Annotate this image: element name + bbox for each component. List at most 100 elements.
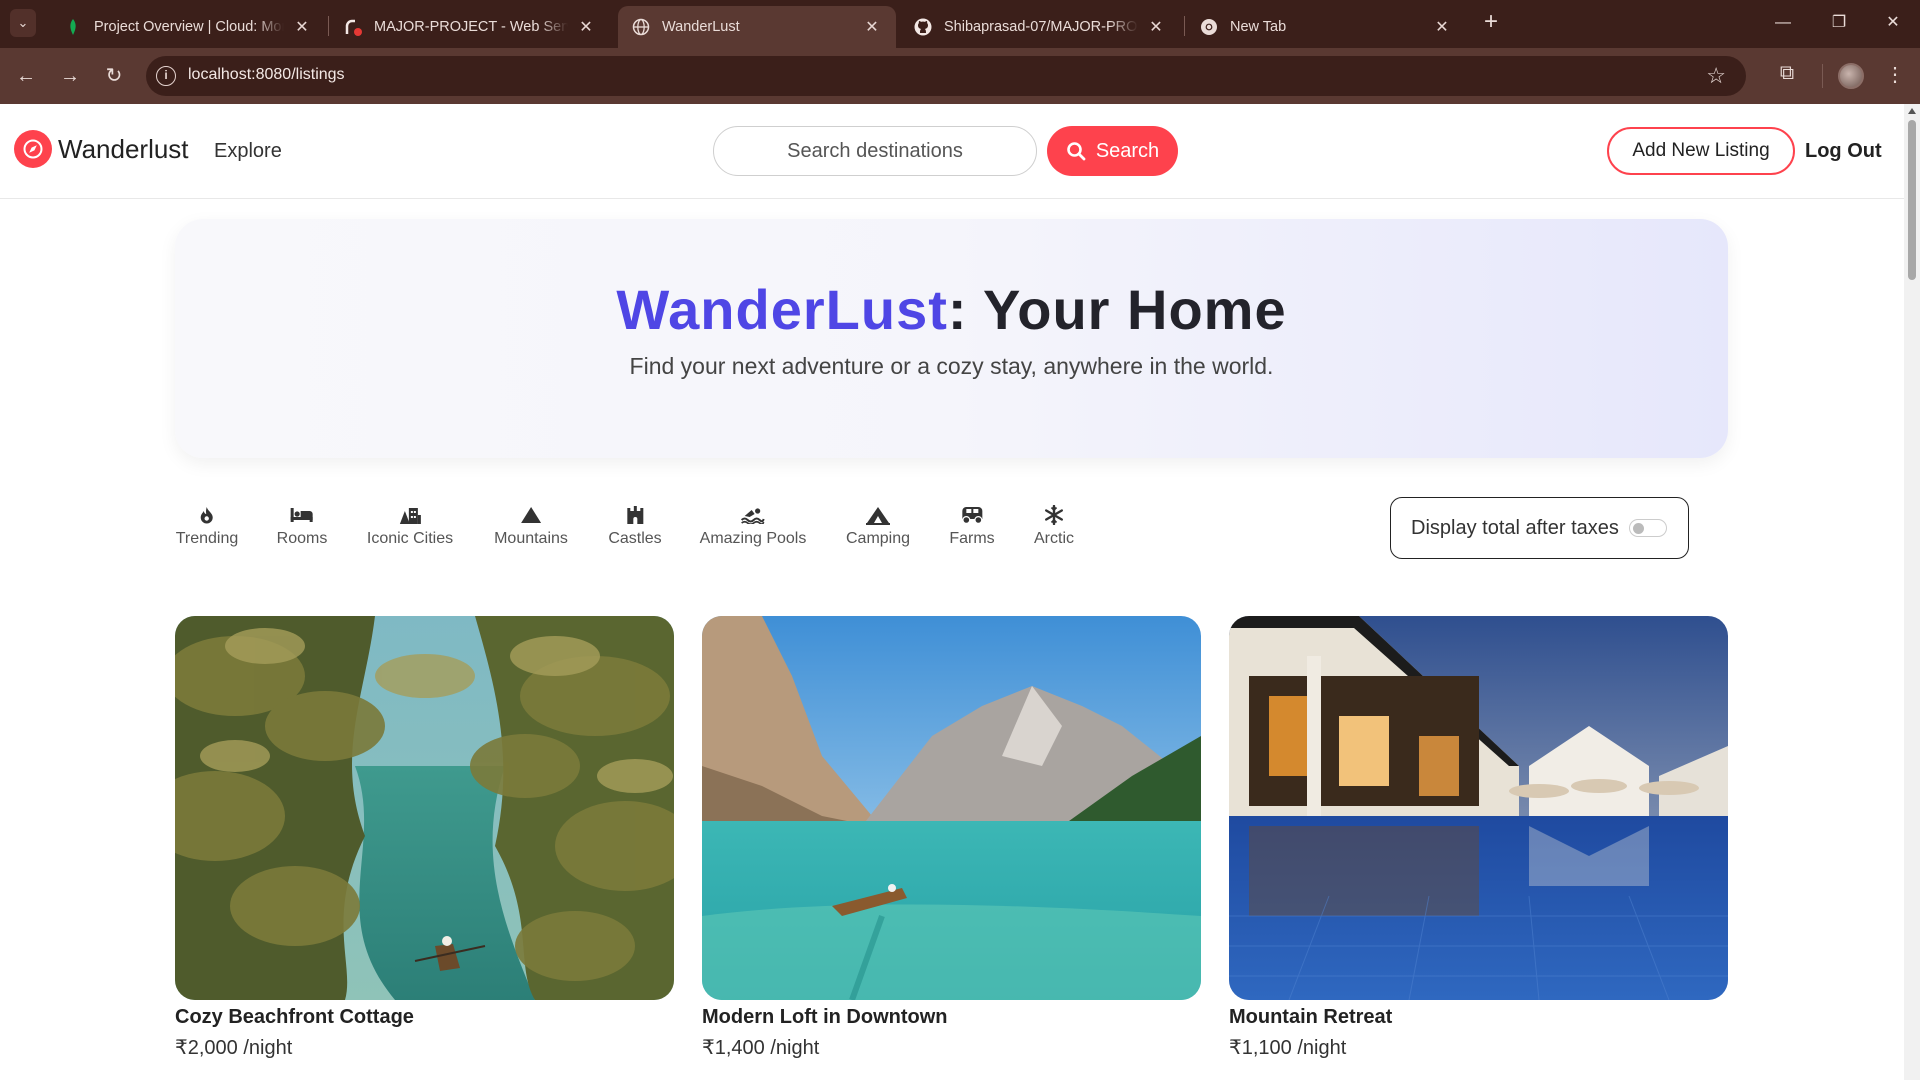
listing-card[interactable]: Modern Loft in Downtown ₹1,400 /night [702, 616, 1201, 1060]
tab-new-tab[interactable]: New Tab ✕ [1186, 6, 1466, 48]
scroll-up-arrow-icon[interactable] [1908, 108, 1916, 114]
search-input[interactable] [713, 126, 1037, 176]
listing-card[interactable]: Cozy Beachfront Cottage ₹2,000 /night [175, 616, 674, 1060]
site-info-icon[interactable]: i [156, 66, 176, 86]
listing-price: ₹2,000 /night [175, 1037, 293, 1059]
close-icon[interactable]: ✕ [576, 17, 596, 37]
compass-icon [14, 130, 52, 168]
hero-banner: WanderLust: Your Home Find your next adv… [175, 219, 1728, 458]
globe-icon [632, 18, 650, 36]
filter-label: Castles [608, 530, 662, 547]
restore-icon[interactable]: ❐ [1824, 10, 1854, 36]
listing-image[interactable] [702, 616, 1201, 1000]
close-icon[interactable]: ✕ [1146, 17, 1166, 37]
filter-label: Iconic Cities [366, 530, 454, 547]
filter-arctic[interactable]: Arctic [1034, 502, 1074, 548]
kebab-menu-icon[interactable]: ⋮ [1884, 62, 1906, 88]
brand-logo[interactable]: Wanderlust [14, 130, 189, 168]
profile-avatar[interactable] [1838, 63, 1864, 89]
minimize-icon[interactable]: — [1768, 10, 1798, 36]
chrome-icon [1200, 18, 1218, 36]
listing-title[interactable]: Mountain Retreat [1229, 1006, 1728, 1029]
tab-separator [328, 16, 329, 36]
scrollbar-thumb[interactable] [1908, 120, 1916, 280]
page-scrollbar[interactable] [1904, 104, 1920, 1080]
add-new-listing-button[interactable]: Add New Listing [1607, 127, 1795, 175]
listing-title[interactable]: Cozy Beachfront Cottage [175, 1006, 674, 1029]
tax-toggle-label: Display total after taxes [1411, 516, 1619, 539]
listing-price: ₹1,400 /night [702, 1037, 820, 1059]
github-icon [914, 18, 932, 36]
toolbar-divider [1822, 64, 1823, 88]
filter-trending[interactable]: Trending [175, 502, 239, 548]
url-text[interactable]: localhost:8080/listings [188, 66, 345, 84]
snowflake-icon [1034, 502, 1074, 528]
filter-camping[interactable]: Camping [846, 502, 910, 548]
search-button-label: Search [1095, 139, 1160, 162]
filter-iconic-cities[interactable]: Iconic Cities [367, 502, 453, 548]
filter-castles[interactable]: Castles [608, 502, 662, 548]
tab-title: WanderLust [662, 19, 740, 35]
hero-title-rest: : Your Home [947, 278, 1287, 341]
listing-image[interactable] [175, 616, 674, 1000]
logout-link[interactable]: Log Out [1805, 140, 1882, 163]
explore-link[interactable]: Explore [214, 140, 282, 163]
filter-label: Camping [845, 530, 911, 547]
listing-title[interactable]: Modern Loft in Downtown [702, 1006, 1201, 1029]
listing-card[interactable]: Mountain Retreat ₹1,100 /night [1229, 616, 1728, 1060]
mountain-icon [494, 502, 568, 528]
tab-wanderlust[interactable]: WanderLust ✕ [618, 6, 896, 48]
filter-rooms[interactable]: Rooms [276, 502, 328, 548]
filter-label: Trending [175, 530, 239, 547]
close-icon[interactable]: ✕ [862, 17, 882, 37]
listing-price: ₹1,100 /night [1229, 1037, 1347, 1059]
search-button[interactable]: Search [1047, 126, 1178, 176]
close-icon[interactable]: ✕ [292, 17, 312, 37]
search-icon [1067, 142, 1086, 161]
bed-icon [277, 502, 328, 528]
tax-toggle[interactable]: Display total after taxes [1390, 497, 1689, 559]
tab-title: Shibaprasad-07/MAJOR-PROJECT [944, 19, 1138, 35]
filter-label: Rooms [276, 530, 328, 547]
extensions-puzzle-icon[interactable]: ⧉ [1774, 62, 1800, 88]
tab-separator [1184, 16, 1185, 36]
window-close-icon[interactable]: ✕ [1878, 10, 1908, 36]
tab-search-button[interactable]: ⌄ [10, 9, 36, 37]
filter-amazing-pools[interactable]: Amazing Pools [699, 502, 807, 548]
filter-label: Amazing Pools [699, 530, 807, 547]
tractor-icon [949, 502, 994, 528]
address-bar[interactable]: i localhost:8080/listings ☆ [146, 56, 1746, 96]
tax-switch[interactable] [1628, 519, 1667, 537]
filter-farms[interactable]: Farms [949, 502, 995, 548]
filter-mountains[interactable]: Mountains [494, 502, 568, 548]
tab-title: MAJOR-PROJECT - Web Service [374, 19, 568, 35]
tab-github-repo[interactable]: Shibaprasad-07/MAJOR-PROJECT ✕ [900, 6, 1180, 48]
browser-tab-bar: ⌄ Project Overview | Cloud: Mong ✕ MAJOR… [0, 0, 1920, 48]
bookmark-star-icon[interactable]: ☆ [1706, 63, 1726, 89]
switch-knob [1632, 523, 1644, 534]
page-viewport: Wanderlust Explore Search Add New Listin… [0, 104, 1920, 1080]
swimmer-icon [700, 502, 807, 528]
reload-icon[interactable]: ↻ [100, 62, 128, 90]
tab-major-project-web-service[interactable]: MAJOR-PROJECT - Web Service ✕ [330, 6, 610, 48]
browser-toolbar: ← → ↻ i localhost:8080/listings ☆ [0, 48, 1920, 104]
tab-project-overview[interactable]: Project Overview | Cloud: Mong ✕ [50, 6, 326, 48]
forward-arrow-icon[interactable]: → [56, 62, 84, 90]
filter-label: Arctic [1034, 530, 1074, 547]
tab-title: New Tab [1230, 19, 1287, 35]
hero-title: WanderLust: Your Home [175, 277, 1728, 342]
close-icon[interactable]: ✕ [1432, 17, 1452, 37]
filter-label: Farms [949, 530, 995, 547]
filter-label: Mountains [494, 530, 568, 547]
hero-title-accent: WanderLust [616, 278, 948, 341]
tab-title: Project Overview | Cloud: Mong [94, 19, 284, 35]
hero-subtitle: Find your next adventure or a cozy stay,… [629, 353, 1274, 379]
city-icon [367, 502, 453, 528]
back-arrow-icon[interactable]: ← [12, 62, 40, 90]
new-tab-plus-icon[interactable]: + [1478, 10, 1504, 36]
mongodb-leaf-icon [64, 18, 82, 36]
render-icon [344, 18, 362, 36]
listing-image[interactable] [1229, 616, 1728, 1000]
fire-icon [176, 502, 239, 528]
castle-icon [608, 502, 661, 528]
